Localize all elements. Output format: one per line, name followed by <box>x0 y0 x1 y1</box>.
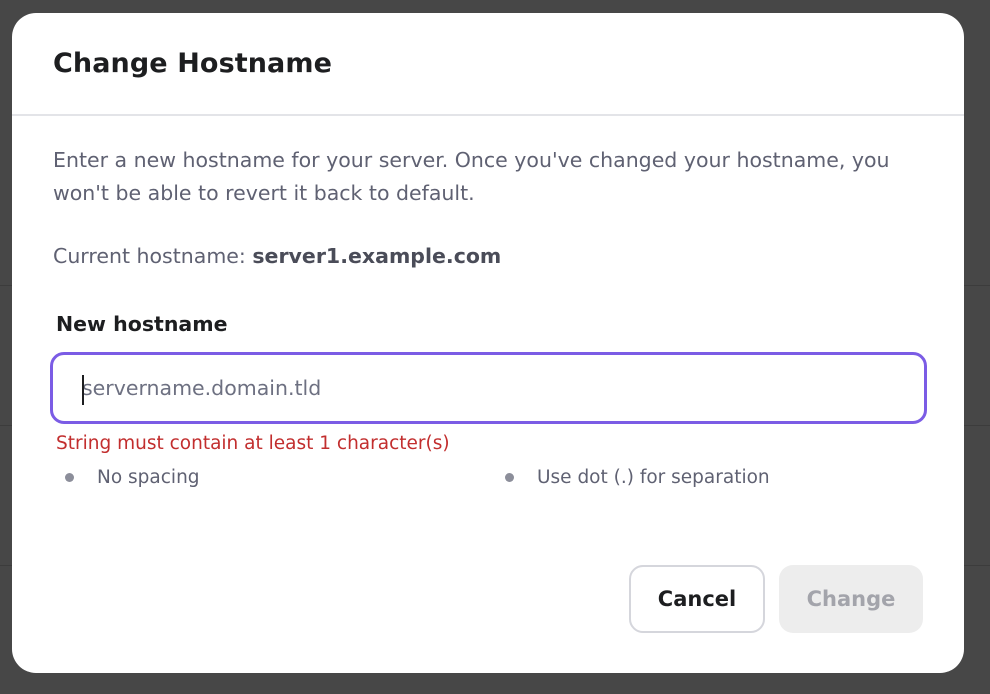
dialog-description: Enter a new hostname for your server. On… <box>53 148 890 205</box>
current-hostname-label: Current hostname: <box>53 244 246 268</box>
hostname-rules: No spacing Use dot (.) for separation <box>53 467 923 488</box>
text-caret <box>82 375 84 405</box>
dialog-footer: Cancel Change <box>629 565 923 633</box>
rule-item: Use dot (.) for separation <box>493 467 770 488</box>
bullet-icon <box>65 473 74 482</box>
rule-item: No spacing <box>53 467 493 488</box>
new-hostname-field[interactable] <box>50 352 927 424</box>
rule-text: Use dot (.) for separation <box>537 467 770 488</box>
rule-text: No spacing <box>97 467 200 488</box>
new-hostname-label: New hostname <box>56 312 228 336</box>
bullet-icon <box>505 473 514 482</box>
validation-error: String must contain at least 1 character… <box>56 433 450 454</box>
cancel-button[interactable]: Cancel <box>629 565 765 633</box>
change-button[interactable]: Change <box>779 565 923 633</box>
current-hostname-value: server1.example.com <box>252 244 502 268</box>
dialog-body: Enter a new hostname for your server. On… <box>12 116 964 488</box>
current-hostname: Current hostname: server1.example.com <box>53 244 923 268</box>
dialog-header: Change Hostname <box>12 13 964 116</box>
new-hostname-input[interactable] <box>82 355 902 421</box>
dialog-title: Change Hostname <box>53 48 333 79</box>
change-hostname-dialog: Change Hostname Enter a new hostname for… <box>12 13 964 673</box>
